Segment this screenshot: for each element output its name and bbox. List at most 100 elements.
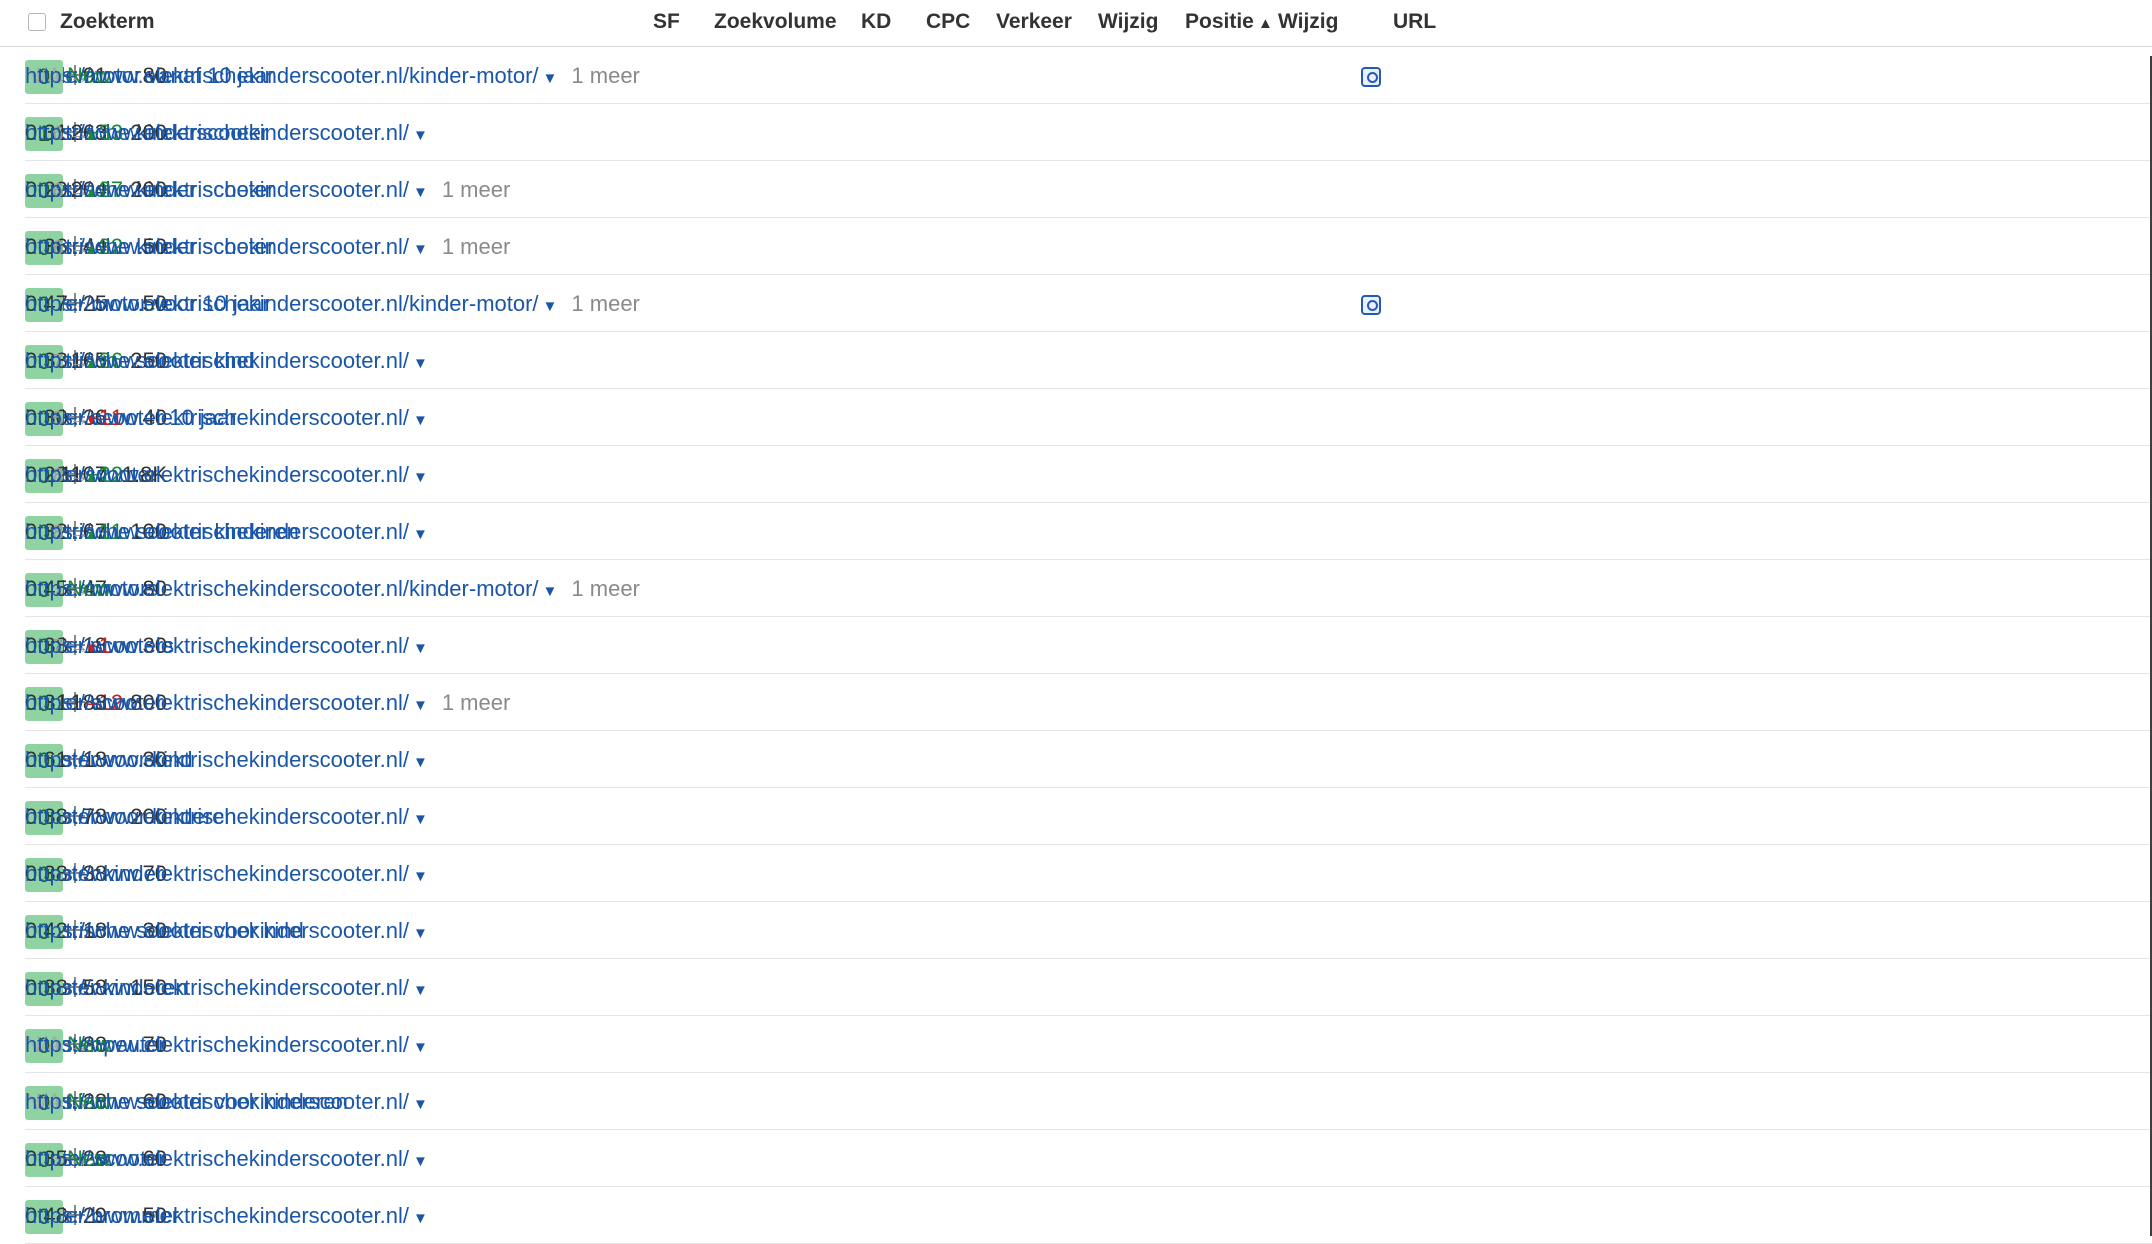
caret-down-icon[interactable]: ▼ (413, 982, 428, 999)
url-cell[interactable]: https://www.elektrischekinderscooter.nl/… (25, 690, 510, 719)
col-kd[interactable]: KD (861, 10, 891, 34)
ranking-url-link[interactable]: https://www.elektrischekinderscooter.nl/ (25, 177, 409, 202)
url-cell[interactable]: https://www.elektrischekinderscooter.nl/… (25, 63, 640, 92)
serp-preview-icon[interactable] (1361, 67, 1381, 87)
table-row: kinder motor voor 10 jaar 2 50 0 0.47 2 … (25, 275, 2152, 332)
url-cell[interactable]: https://www.elektrischekinderscooter.nl/… (25, 234, 510, 263)
col-position[interactable]: Positie ▲ (1185, 10, 1273, 34)
table-body: kindermotor vanaf 10 jaar 4 80 0 N/A 9 ×… (0, 47, 2152, 1244)
ranking-url-link[interactable]: https://www.elektrischekinderscooter.nl/ (25, 348, 409, 373)
col-sf[interactable]: SF (653, 10, 680, 34)
ranking-url-link[interactable]: https://www.elektrischekinderscooter.nl/ (25, 1032, 409, 1057)
sort-asc-icon: ▲ (1254, 15, 1273, 32)
table-row: scooter voor kind 5 30 0 0.61 1 8 https:… (25, 731, 2152, 788)
url-cell[interactable]: https://www.elektrischekinderscooter.nl/… (25, 861, 428, 890)
select-all-checkbox[interactable] (28, 13, 46, 31)
url-cell[interactable]: https://www.elektrischekinderscooter.nl/… (25, 918, 428, 947)
ranking-url-link[interactable]: https://www.elektrischekinderscooter.nl/ (25, 120, 409, 145)
url-cell[interactable]: https://www.elektrischekinderscooter.nl/… (25, 1032, 428, 1061)
url-cell[interactable]: https://www.elektrischekinderscooter.nl/… (25, 804, 428, 833)
more-urls-link[interactable]: 1 meer (571, 291, 639, 316)
table-row: scooter kinderen 4 150 0 0.38 5 8 https:… (25, 959, 2152, 1016)
table-row: elektrische scooter kinderen 4 100 0 0.3… (25, 503, 2152, 560)
ranking-url-link[interactable]: https://www.elektrischekinderscooter.nl/… (25, 291, 539, 316)
url-cell[interactable]: https://www.elektrischekinderscooter.nl/… (25, 177, 510, 206)
url-cell[interactable]: https://www.elektrischekinderscooter.nl/… (25, 519, 428, 548)
caret-down-icon[interactable]: ▼ (413, 754, 428, 771)
ranking-url-link[interactable]: https://www.elektrischekinderscooter.nl/ (25, 861, 409, 886)
caret-down-icon[interactable]: ▼ (543, 70, 558, 87)
caret-down-icon[interactable]: ▼ (413, 1210, 428, 1227)
url-cell[interactable]: https://www.elektrischekinderscooter.nl/… (25, 1203, 428, 1232)
ranking-url-link[interactable]: https://www.elektrischekinderscooter.nl/ (25, 690, 409, 715)
col-keyword[interactable]: Zoekterm (60, 10, 155, 34)
table-row: peuter scooter 2 60 0 0.35 2 × → 8 New h… (25, 1130, 2152, 1187)
more-urls-link[interactable]: 1 meer (571, 576, 639, 601)
ranking-url-link[interactable]: https://www.elektrischekinderscooter.nl/ (25, 804, 409, 829)
col-traffic[interactable]: Verkeer (996, 10, 1072, 34)
ranking-url-link[interactable]: https://www.elektrischekinderscooter.nl/ (25, 462, 409, 487)
more-urls-link[interactable]: 1 meer (442, 690, 510, 715)
url-cell[interactable]: https://www.elektrischekinderscooter.nl/… (25, 747, 428, 776)
caret-down-icon[interactable]: ▼ (413, 127, 428, 144)
ranking-url-link[interactable]: https://www.elektrischekinderscooter.nl/ (25, 234, 409, 259)
caret-down-icon[interactable]: ▼ (413, 1153, 428, 1170)
ranking-url-link[interactable]: https://www.elektrischekinderscooter.nl/ (25, 519, 409, 544)
ranking-url-link[interactable]: https://www.elektrischekinderscooter.nl/ (25, 918, 409, 943)
url-cell[interactable]: https://www.elektrischekinderscooter.nl/… (25, 291, 640, 320)
col-position-change[interactable]: Wijzig (1278, 10, 1338, 34)
more-urls-link[interactable]: 1 meer (442, 234, 510, 259)
caret-down-icon[interactable]: ▼ (413, 811, 428, 828)
caret-down-icon[interactable]: ▼ (413, 925, 428, 942)
url-cell[interactable]: https://www.elektrischekinderscooter.nl/… (25, 405, 428, 434)
col-traffic-change[interactable]: Wijzig (1098, 10, 1158, 34)
table-row: kinderscooter 4 1.8K 0 0.22 110 +22 8 → … (25, 446, 2152, 503)
ranking-url-link[interactable]: https://www.elektrischekinderscooter.nl/… (25, 576, 539, 601)
caret-down-icon[interactable]: ▼ (413, 868, 428, 885)
table-row: scooter kinder 4 70 0 0.38 3 8 https://w… (25, 845, 2152, 902)
caret-down-icon[interactable]: ▼ (413, 1096, 428, 1113)
keywords-table: Zoekterm SF Zoekvolume KD CPC Verkeer Wi… (0, 0, 2152, 1244)
more-urls-link[interactable]: 1 meer (571, 63, 639, 88)
ranking-url-link[interactable]: https://www.elektrischekinderscooter.nl/… (25, 63, 539, 88)
caret-down-icon[interactable]: ▼ (413, 526, 428, 543)
table-header: Zoekterm SF Zoekvolume KD CPC Verkeer Wi… (0, 0, 2152, 47)
serp-preview-icon[interactable] (1361, 295, 1381, 315)
ranking-url-link[interactable]: https://www.elektrischekinderscooter.nl/ (25, 1089, 409, 1114)
caret-down-icon[interactable]: ▼ (413, 640, 428, 657)
caret-down-icon[interactable]: ▼ (413, 241, 428, 258)
url-cell[interactable]: https://www.elektrischekinderscooter.nl/… (25, 462, 428, 491)
caret-down-icon[interactable]: ▼ (413, 469, 428, 486)
caret-down-icon[interactable]: ▼ (413, 355, 428, 372)
caret-down-icon[interactable]: ▼ (413, 1039, 428, 1056)
caret-down-icon[interactable]: ▼ (543, 298, 558, 315)
ranking-url-link[interactable]: https://www.elektrischekinderscooter.nl/ (25, 1203, 409, 1228)
url-cell[interactable]: https://www.elektrischekinderscooter.nl/… (25, 576, 640, 605)
ranking-url-link[interactable]: https://www.elektrischekinderscooter.nl/ (25, 1146, 409, 1171)
ranking-url-link[interactable]: https://www.elektrischekinderscooter.nl/ (25, 975, 409, 1000)
ranking-url-link[interactable]: https://www.elektrischekinderscooter.nl/ (25, 633, 409, 658)
ranking-url-link[interactable]: https://www.elektrischekinderscooter.nl/ (25, 405, 409, 430)
more-urls-link[interactable]: 1 meer (442, 177, 510, 202)
caret-down-icon[interactable]: ▼ (413, 184, 428, 201)
ranking-url-link[interactable]: https://www.elektrischekinderscooter.nl/ (25, 747, 409, 772)
url-cell[interactable]: https://www.elektrischekinderscooter.nl/… (25, 1146, 428, 1175)
caret-down-icon[interactable]: ▼ (413, 412, 428, 429)
table-row: kinder brommer 4 50 0 0.48 2 9 https://w… (25, 1187, 2152, 1244)
col-url[interactable]: URL (1393, 10, 1436, 34)
url-cell[interactable]: https://www.elektrischekinderscooter.nl/… (25, 975, 428, 1004)
table-row: kinder scooter 10 jaar 4 40 0 0.30 3 –1 … (25, 389, 2152, 446)
table-row: kinder motors 4 80 0 0.45 4 × → 7 New ht… (25, 560, 2152, 617)
caret-down-icon[interactable]: ▼ (413, 697, 428, 714)
url-cell[interactable]: https://www.elektrischekinderscooter.nl/… (25, 1089, 428, 1118)
col-volume[interactable]: Zoekvolume (714, 10, 837, 34)
caret-down-icon[interactable]: ▼ (543, 583, 558, 600)
table-row: elektrische scooter voor kind 6 30 0 0.4… (25, 902, 2152, 959)
table-row: scooter voor kinderen 4 200 0 0.38 7 8 h… (25, 788, 2152, 845)
url-cell[interactable]: https://www.elektrischekinderscooter.nl/… (25, 120, 428, 149)
table-row: elektrische scooter kind 4 250 0 0.33 16… (25, 332, 2152, 389)
url-cell[interactable]: https://www.elektrischekinderscooter.nl/… (25, 633, 428, 662)
url-cell[interactable]: https://www.elektrischekinderscooter.nl/… (25, 348, 428, 377)
col-cpc[interactable]: CPC (926, 10, 970, 34)
col-position-label: Positie (1185, 10, 1254, 33)
